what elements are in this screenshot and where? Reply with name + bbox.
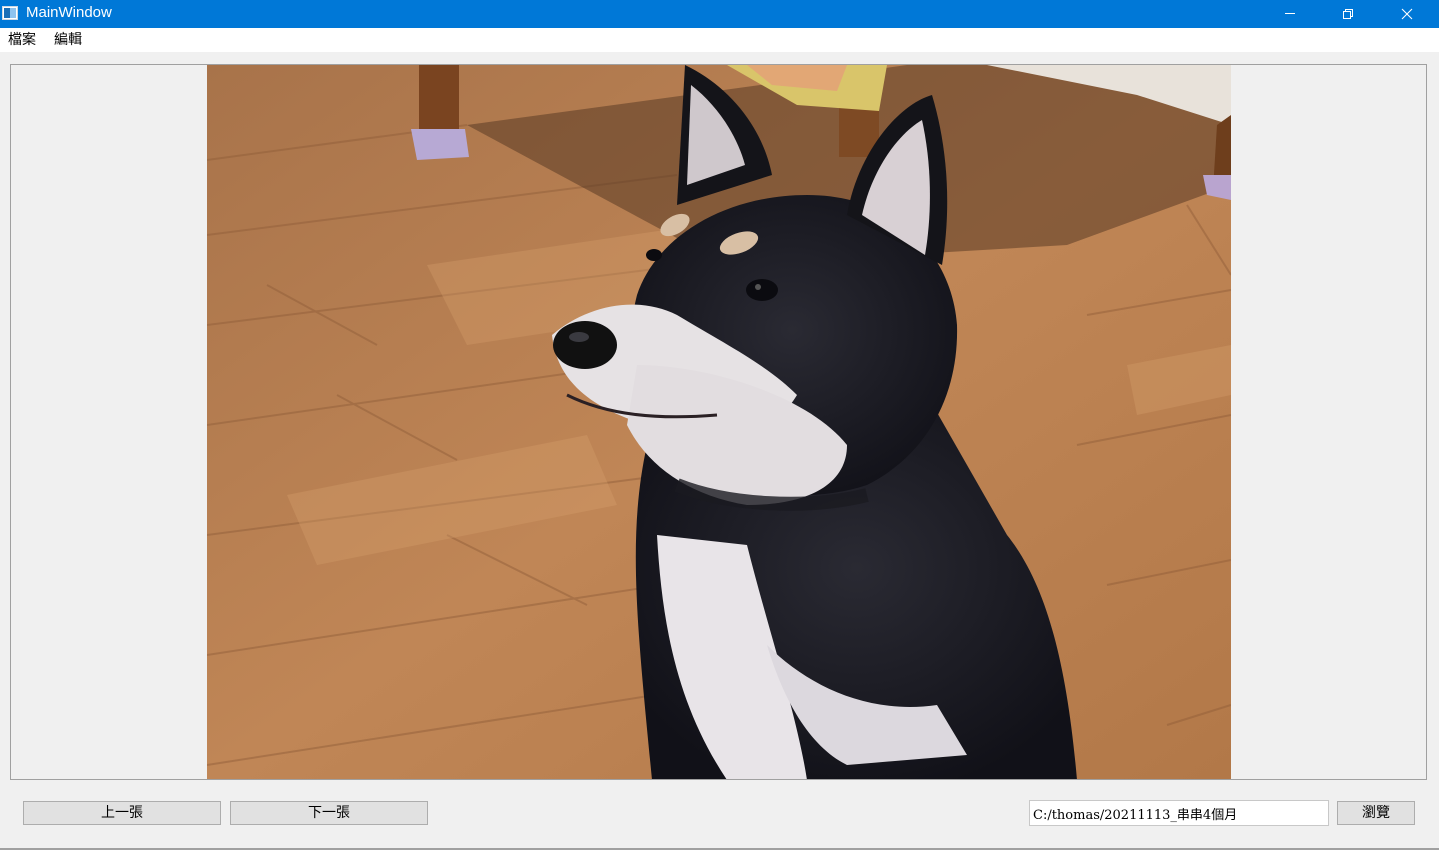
menu-file[interactable]: 檔案 xyxy=(7,32,37,48)
previous-image-button[interactable]: 上一張 xyxy=(23,801,221,825)
close-button[interactable] xyxy=(1384,0,1430,28)
minimize-icon xyxy=(1285,13,1295,14)
menu-bar: 檔案 編輯 xyxy=(0,28,1439,52)
restore-icon xyxy=(1343,9,1353,19)
minimize-button[interactable] xyxy=(1267,0,1313,28)
menu-edit[interactable]: 編輯 xyxy=(53,32,83,48)
next-image-button[interactable]: 下一張 xyxy=(230,801,428,825)
app-window-icon xyxy=(2,6,18,20)
close-icon xyxy=(1401,8,1413,20)
dog-photo-image xyxy=(207,65,1231,779)
restore-button[interactable] xyxy=(1325,0,1371,28)
window-title: MainWindow xyxy=(26,4,112,21)
browse-button[interactable]: 瀏覽 xyxy=(1337,801,1415,825)
title-bar: MainWindow xyxy=(0,0,1439,28)
folder-path-input[interactable] xyxy=(1029,800,1329,826)
image-display-frame xyxy=(10,64,1427,780)
